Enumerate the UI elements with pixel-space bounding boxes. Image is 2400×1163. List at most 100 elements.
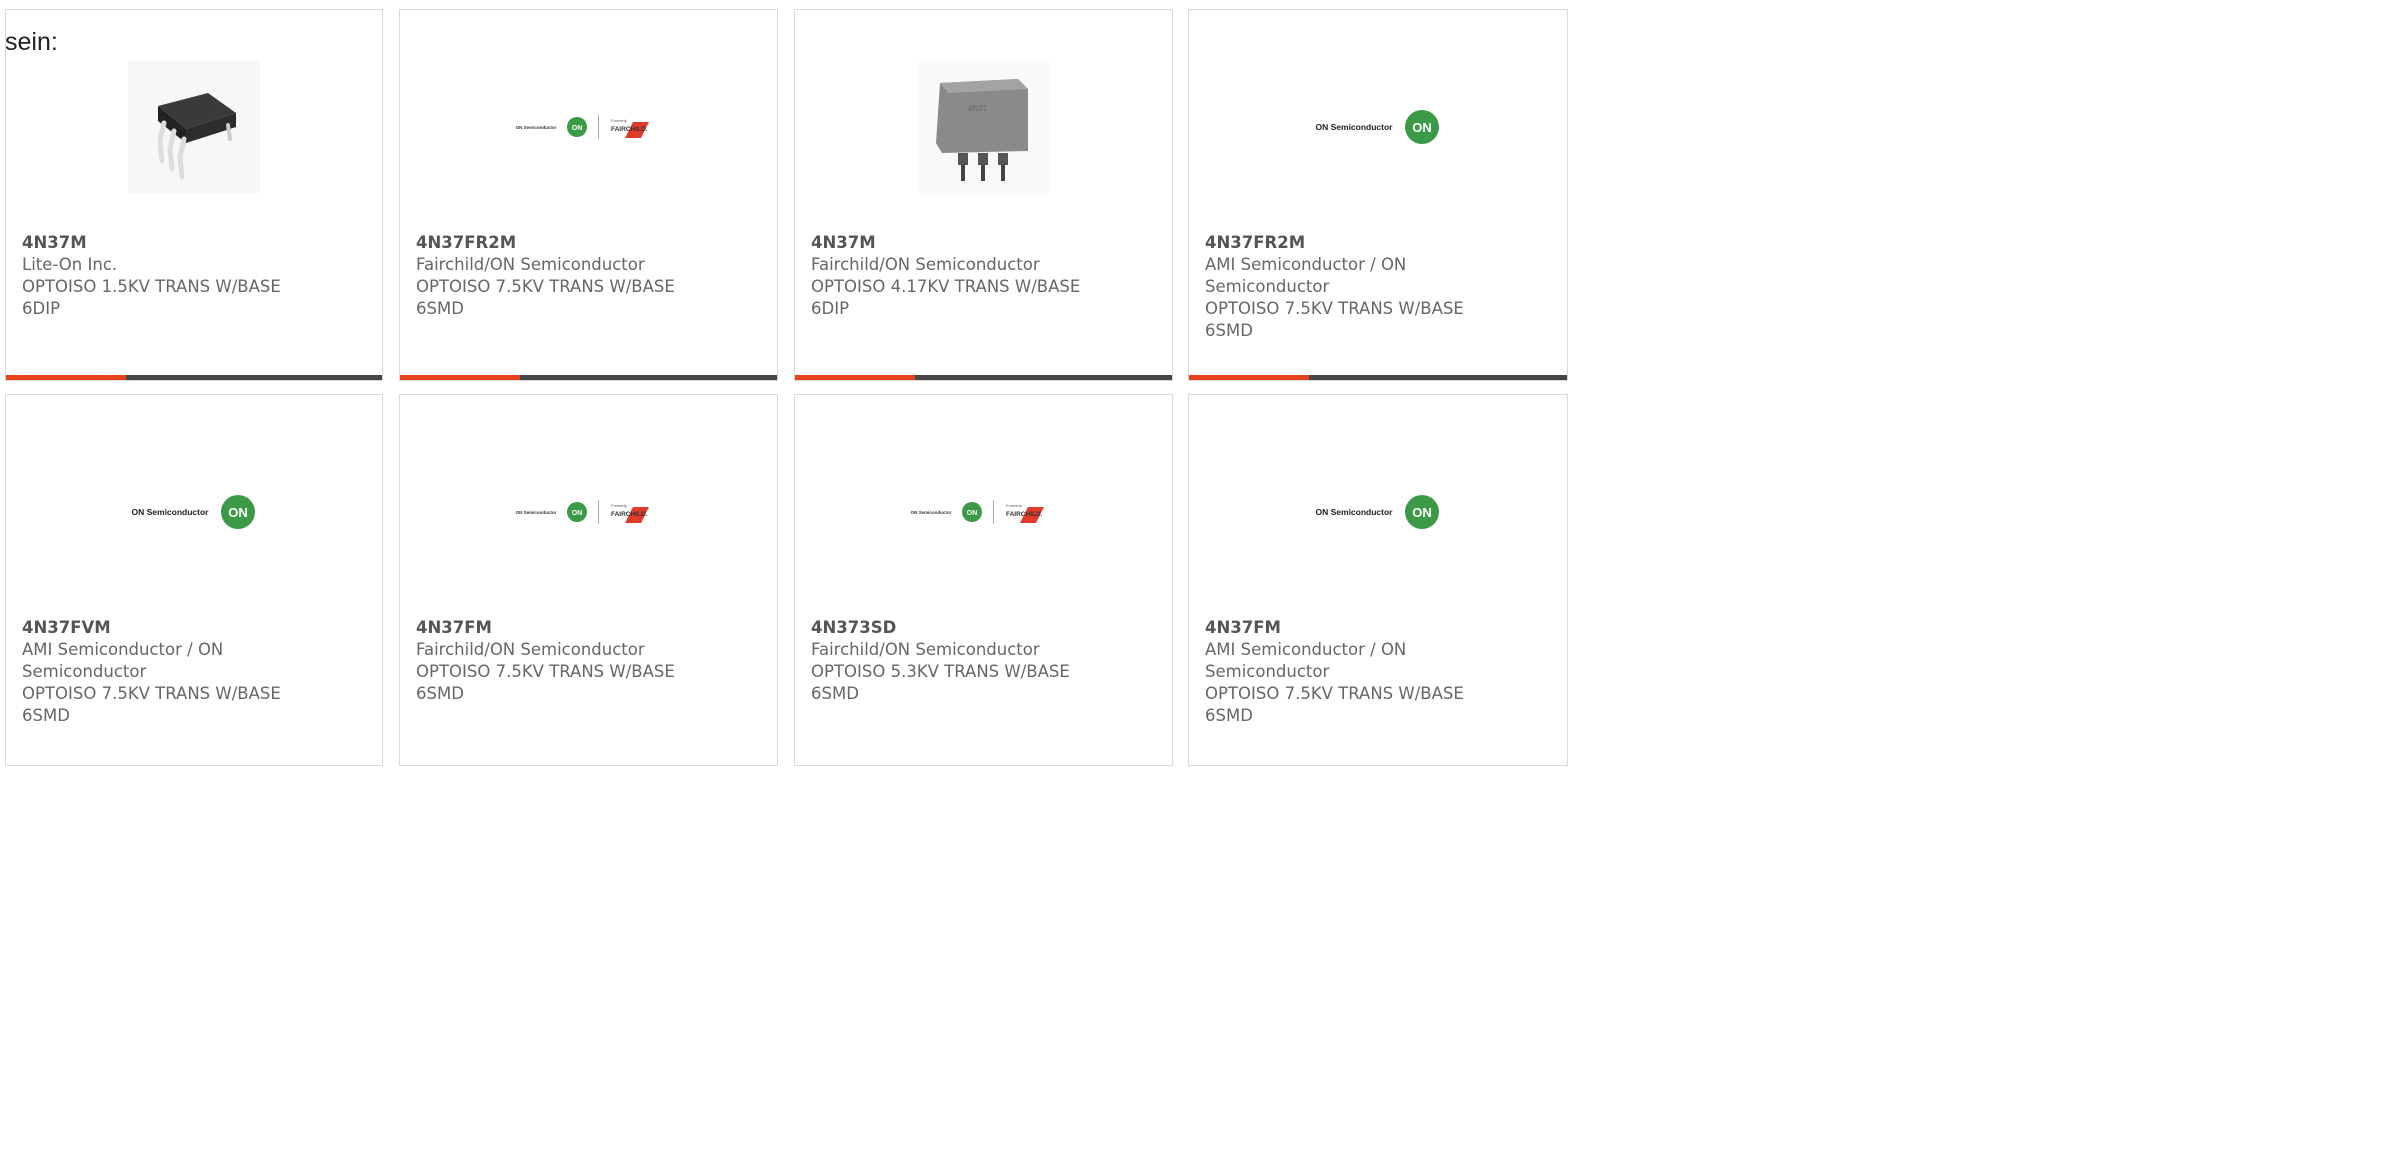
- part-number[interactable]: 4N37FR2M: [416, 232, 736, 254]
- product-info: 4N37FR2M Fairchild/ON Semiconductor OPTO…: [416, 232, 736, 320]
- manufacturer: Lite-On Inc.: [22, 255, 118, 274]
- on-badge-icon: ON: [1405, 110, 1440, 144]
- on-semiconductor-logo: ON Semiconductor ON: [1316, 494, 1441, 530]
- product-info: 4N37FM Fairchild/ON Semiconductor OPTOIS…: [416, 617, 736, 705]
- logo-separator: [598, 500, 600, 524]
- svg-text:ON: ON: [1413, 120, 1433, 135]
- on-semiconductor-logo: ON Semiconductor ON: [132, 494, 257, 530]
- product-card[interactable]: 4N37 4N37M Fairchild/ON Semiconductor OP…: [794, 9, 1173, 381]
- svg-text:Formerly: Formerly: [1006, 503, 1022, 508]
- package: 6SMD: [811, 684, 859, 703]
- product-info: 4N37FM AMI Semiconductor / ON Semiconduc…: [1205, 617, 1525, 727]
- product-info: 4N37FR2M AMI Semiconductor / ON Semicond…: [1205, 232, 1525, 342]
- description: OPTOISO 5.3KV TRANS W/BASE: [811, 662, 1070, 681]
- product-image: ON Semiconductor ON: [1189, 437, 1567, 587]
- on-fairchild-logo: ON Semiconductor ON Formerly FAIRCHILD.: [516, 115, 662, 139]
- package: 6SMD: [1205, 706, 1253, 725]
- chip-marking: 4N37: [968, 104, 988, 113]
- product-card[interactable]: ON Semiconductor ON Formerly FAIRCHILD. …: [794, 394, 1173, 766]
- manufacturer: Fairchild/ON Semiconductor: [811, 255, 1040, 274]
- on-semi-logo-text: ON Semiconductor: [1315, 507, 1393, 517]
- product-card[interactable]: ON Semiconductor ON 4N37FM AMI Semicondu…: [1188, 394, 1568, 766]
- bar-accent: [6, 375, 126, 380]
- package: 6SMD: [22, 706, 70, 725]
- svg-text:Formerly: Formerly: [611, 118, 627, 123]
- on-badge-icon: ON: [1405, 495, 1440, 529]
- product-card[interactable]: ON Semiconductor ON 4N37FR2M AMI Semicon…: [1188, 9, 1568, 381]
- product-info: 4N37M Lite-On Inc. OPTOISO 1.5KV TRANS W…: [22, 232, 342, 320]
- product-image: ON Semiconductor ON: [1189, 52, 1567, 202]
- product-info: 4N373SD Fairchild/ON Semiconductor OPTOI…: [811, 617, 1131, 705]
- description: OPTOISO 7.5KV TRANS W/BASE: [416, 662, 675, 681]
- fairchild-logo-icon: Formerly FAIRCHILD.: [611, 118, 650, 138]
- part-number[interactable]: 4N37M: [22, 232, 342, 254]
- part-number[interactable]: 4N37FVM: [22, 617, 342, 639]
- manufacturer: AMI Semiconductor / ON Semiconductor: [22, 640, 224, 681]
- dip-chip-icon: [128, 61, 260, 193]
- product-card[interactable]: ON Semiconductor ON 4N37FVM AMI Semicond…: [5, 394, 383, 766]
- product-info: 4N37M Fairchild/ON Semiconductor OPTOISO…: [811, 232, 1131, 320]
- card-bottom-bar: [795, 375, 1172, 380]
- on-semi-logo-text: ON Semiconductor: [1315, 122, 1393, 132]
- logo-separator: [993, 500, 995, 524]
- on-semi-logo-text: ON Semiconductor: [910, 509, 952, 515]
- product-image: ON Semiconductor ON: [6, 437, 382, 587]
- fairchild-logo-icon: Formerly FAIRCHILD.: [611, 503, 650, 523]
- part-number[interactable]: 4N37FR2M: [1205, 232, 1525, 254]
- fairchild-logo-icon: Formerly FAIRCHILD.: [1006, 503, 1045, 523]
- intro-text: sein:: [5, 28, 58, 56]
- svg-text:FAIRCHILD.: FAIRCHILD.: [611, 126, 648, 133]
- description: OPTOISO 7.5KV TRANS W/BASE: [22, 684, 281, 703]
- part-number[interactable]: 4N373SD: [811, 617, 1131, 639]
- on-semi-logo-text: ON Semiconductor: [131, 507, 209, 517]
- on-fairchild-logo: ON Semiconductor ON Formerly FAIRCHILD.: [516, 500, 662, 524]
- card-bottom-bar: [6, 375, 382, 380]
- part-number[interactable]: 4N37FM: [1205, 617, 1525, 639]
- product-image: 4N37: [795, 52, 1172, 202]
- description: OPTOISO 7.5KV TRANS W/BASE: [1205, 684, 1464, 703]
- svg-text:ON: ON: [572, 125, 583, 132]
- svg-text:ON: ON: [1413, 505, 1433, 520]
- on-badge-icon: ON: [567, 502, 588, 522]
- on-semi-logo-text: ON Semiconductor: [515, 509, 557, 515]
- package: 6SMD: [416, 299, 464, 318]
- part-number[interactable]: 4N37FM: [416, 617, 736, 639]
- product-info: 4N37FVM AMI Semiconductor / ON Semicondu…: [22, 617, 342, 727]
- product-image: ON Semiconductor ON Formerly FAIRCHILD.: [400, 437, 777, 587]
- package: 6DIP: [811, 299, 850, 318]
- dip-chip-gray-icon: 4N37: [917, 61, 1050, 193]
- svg-text:FAIRCHILD.: FAIRCHILD.: [1006, 511, 1043, 518]
- card-bottom-bar: [1189, 375, 1567, 380]
- product-image: ON Semiconductor ON Formerly FAIRCHILD.: [795, 437, 1172, 587]
- manufacturer: Fairchild/ON Semiconductor: [416, 640, 645, 659]
- bar-accent: [1189, 375, 1309, 380]
- manufacturer: AMI Semiconductor / ON Semiconductor: [1205, 255, 1407, 296]
- product-image: ON Semiconductor ON Formerly FAIRCHILD.: [400, 52, 777, 202]
- svg-text:ON: ON: [967, 510, 978, 517]
- svg-text:ON: ON: [229, 505, 249, 520]
- part-number[interactable]: 4N37M: [811, 232, 1131, 254]
- svg-text:ON: ON: [572, 510, 583, 517]
- product-card[interactable]: ON Semiconductor ON Formerly FAIRCHILD. …: [399, 394, 778, 766]
- logo-separator: [598, 115, 600, 139]
- description: OPTOISO 1.5KV TRANS W/BASE: [22, 277, 281, 296]
- manufacturer: Fairchild/ON Semiconductor: [416, 255, 645, 274]
- product-grid-page: sein: 4N37M Lite-On Inc. OPTOISO 1.5KV T…: [0, 0, 1568, 766]
- manufacturer: Fairchild/ON Semiconductor: [811, 640, 1040, 659]
- card-bottom-bar: [400, 375, 777, 380]
- product-image: [6, 52, 382, 202]
- package: 6SMD: [1205, 321, 1253, 340]
- on-fairchild-logo: ON Semiconductor ON Formerly FAIRCHILD.: [911, 500, 1057, 524]
- on-badge-icon: ON: [567, 117, 588, 137]
- bar-accent: [795, 375, 915, 380]
- product-card[interactable]: 4N37M Lite-On Inc. OPTOISO 1.5KV TRANS W…: [5, 9, 383, 381]
- description: OPTOISO 7.5KV TRANS W/BASE: [1205, 299, 1464, 318]
- bar-accent: [400, 375, 520, 380]
- on-badge-icon: ON: [221, 495, 256, 529]
- manufacturer: AMI Semiconductor / ON Semiconductor: [1205, 640, 1407, 681]
- on-semi-logo-text: ON Semiconductor: [515, 124, 557, 130]
- package: 6DIP: [22, 299, 61, 318]
- description: OPTOISO 7.5KV TRANS W/BASE: [416, 277, 675, 296]
- svg-text:FAIRCHILD.: FAIRCHILD.: [611, 511, 648, 518]
- product-card[interactable]: ON Semiconductor ON Formerly FAIRCHILD. …: [399, 9, 778, 381]
